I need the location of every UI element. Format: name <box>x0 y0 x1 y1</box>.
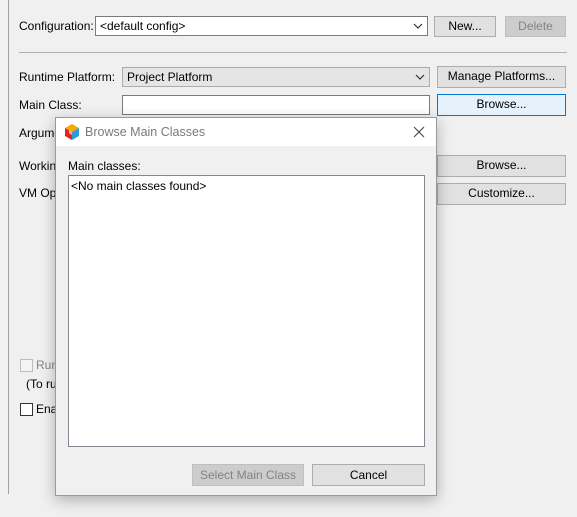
working-directory-browse-button[interactable]: Browse... <box>437 155 566 177</box>
delete-config-button[interactable]: Delete <box>505 16 566 37</box>
close-icon[interactable] <box>412 125 426 139</box>
cancel-button[interactable]: Cancel <box>312 464 425 486</box>
vm-options-customize-button[interactable]: Customize... <box>437 183 566 205</box>
browse-main-classes-dialog: Browse Main Classes Main classes: <No ma… <box>55 117 437 496</box>
main-class-browse-button[interactable]: Browse... <box>437 94 566 116</box>
main-class-field[interactable] <box>122 95 430 115</box>
main-class-label: Main Class: <box>19 98 82 112</box>
configuration-combo[interactable]: <default config> <box>95 16 428 36</box>
main-classes-label: Main classes: <box>68 159 141 173</box>
runtime-platform-value: Project Platform <box>127 70 213 84</box>
select-main-class-button[interactable]: Select Main Class <box>192 464 304 486</box>
runtime-platform-label: Runtime Platform: <box>19 70 116 84</box>
configuration-value: <default config> <box>100 19 186 33</box>
configuration-label: Configuration: <box>19 19 94 33</box>
panel-left-border <box>8 0 9 494</box>
runtime-platform-combo[interactable]: Project Platform <box>122 67 430 87</box>
dialog-titlebar[interactable]: Browse Main Classes <box>56 118 436 146</box>
dialog-title: Browse Main Classes <box>85 125 206 139</box>
manage-platforms-button[interactable]: Manage Platforms... <box>437 66 566 88</box>
main-classes-list[interactable]: <No main classes found> <box>68 175 425 447</box>
run-hint-text: (To ru <box>26 377 57 391</box>
netbeans-logo-icon <box>65 124 79 140</box>
separator <box>19 52 567 53</box>
enable-option-checkbox[interactable] <box>20 403 33 416</box>
chevron-down-icon <box>409 17 427 35</box>
new-config-button[interactable]: New... <box>434 16 496 37</box>
run-option-checkbox[interactable] <box>20 359 33 372</box>
list-item[interactable]: <No main classes found> <box>71 178 206 194</box>
chevron-down-icon <box>411 68 429 86</box>
